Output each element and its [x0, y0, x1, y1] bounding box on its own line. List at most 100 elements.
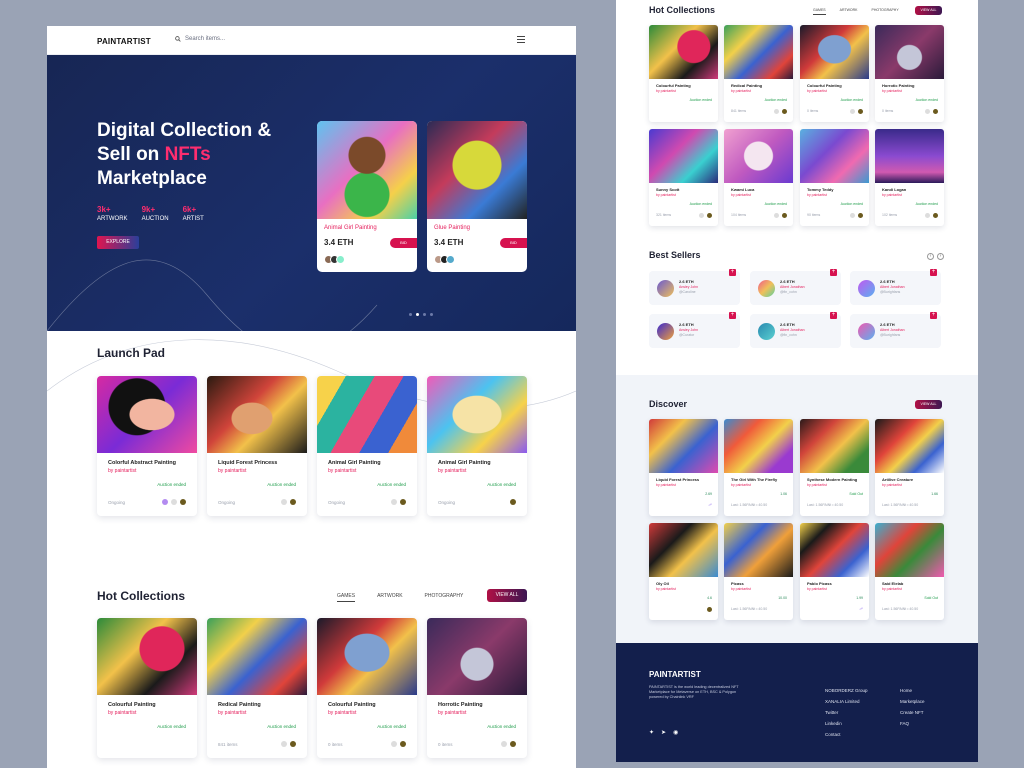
- nft-image: [207, 376, 307, 453]
- follow-button[interactable]: +: [830, 269, 837, 276]
- arrow-right-icon[interactable]: ›: [937, 253, 944, 260]
- hero-nft-card[interactable]: Glue Painting 3.4 ETH BID: [427, 121, 527, 272]
- discover-card[interactable]: Artilive Creature by paintartist 1.66 Las…: [875, 419, 944, 516]
- telegram-icon[interactable]: ➤: [661, 729, 666, 736]
- arrow-left-icon[interactable]: ‹: [927, 253, 934, 260]
- explore-button[interactable]: EXPLORE: [97, 236, 139, 249]
- tab-photography[interactable]: PHOTOGRAPHY: [425, 593, 464, 602]
- nft-image: [875, 523, 944, 577]
- nft-image: [317, 376, 417, 453]
- search-input[interactable]: Search items...: [185, 36, 225, 42]
- collection-card[interactable]: Tommy Teddy by paintartist Auction ended 9…: [800, 129, 869, 226]
- avatar: [758, 280, 775, 297]
- collection-card[interactable]: Kwami Luca by paintartist Auction ended 10…: [724, 129, 793, 226]
- follow-button[interactable]: +: [729, 312, 736, 319]
- hamburger-menu-icon[interactable]: [517, 36, 525, 43]
- follow-button[interactable]: +: [930, 269, 937, 276]
- discover-card[interactable]: Liquid Forest Princess by paintartist 2.6…: [649, 419, 718, 516]
- carousel-dots[interactable]: [409, 313, 433, 316]
- coin-icons: [510, 499, 516, 505]
- bid-button[interactable]: BID: [390, 238, 417, 248]
- nft-image: [649, 25, 718, 79]
- search-icon: [175, 36, 181, 42]
- launch-card[interactable]: Animal Girl Painting by paintartist Auct…: [317, 376, 417, 516]
- hero-stats: 3k+ ARTWORK 9k+ AUCTION 6k+ ARTIST: [97, 205, 204, 222]
- seller-card[interactable]: 2.6 ETH Albert Jonathan @Burighfans +: [850, 312, 941, 348]
- launch-card[interactable]: Colorful Abstract Painting by paintartis…: [97, 376, 197, 516]
- discord-icon[interactable]: ◉: [673, 729, 678, 736]
- collection-card[interactable]: Redical Painting by paintartist Auction …: [207, 618, 307, 758]
- twitter-icon[interactable]: ✦: [649, 729, 654, 736]
- nft-image: [97, 618, 197, 695]
- coin-icons: [925, 109, 938, 114]
- collection-card[interactable]: Sunny Scott by paintartist Auction ended 3…: [649, 129, 718, 226]
- best-sellers-title: Best Sellers: [649, 250, 701, 260]
- footer-logo[interactable]: PAINTARTIST: [649, 670, 701, 679]
- footer-description: PAINTARTIST is the world leading decentr…: [649, 685, 739, 699]
- tab-artwork[interactable]: ARTWORK: [840, 8, 858, 15]
- collection-card[interactable]: Colourful Painting by paintartist Auction …: [649, 25, 718, 122]
- avatar: [858, 323, 875, 340]
- tab-artwork[interactable]: ARTWORK: [377, 593, 402, 602]
- coin-icons: [281, 499, 296, 505]
- seller-card[interactable]: 2.6 ETH Albert Jonathan @Burighfans +: [850, 269, 941, 305]
- avatar: [758, 323, 775, 340]
- footer-link[interactable]: Marketplace: [900, 696, 925, 707]
- collection-card[interactable]: Colourful Painting by paintartist Auctio…: [317, 618, 417, 758]
- seller-card[interactable]: 2.6 ETH Ansley John @Caroline +: [649, 269, 740, 305]
- footer-link[interactable]: XANALIA Limited: [825, 696, 868, 707]
- left-page: PAINTARTIST Search items... Digital Coll…: [47, 26, 576, 768]
- coin-icons: [391, 499, 406, 505]
- seller-card[interactable]: 2.6 ETH Ansley John @Curator +: [649, 312, 740, 348]
- bid-button[interactable]: BID: [500, 238, 527, 248]
- hero-nft-card[interactable]: Animal Girl Painting 3.4 ETH BID: [317, 121, 417, 272]
- seller-card[interactable]: 2.6 ETH Albert Jonathan @fin_cohn +: [750, 312, 841, 348]
- nft-image: [724, 129, 793, 183]
- coin-icons: [391, 741, 406, 747]
- collection-card[interactable]: Colourful Painting by paintartist Auction …: [800, 25, 869, 122]
- collection-card[interactable]: Kandi Logan by paintartist Auction ended 1…: [875, 129, 944, 226]
- collection-card[interactable]: Redical Painting by paintartist Auction en…: [724, 25, 793, 122]
- collection-card[interactable]: Horrotic Painting by paintartist Auction e…: [875, 25, 944, 122]
- discover-card[interactable]: Pablo Picass by paintartist 1.99 ☍: [800, 523, 869, 620]
- discover-card[interactable]: The Girl With The Firefly by paintartist …: [724, 419, 793, 516]
- sellers-pager: ‹ ›: [927, 253, 944, 260]
- footer: PAINTARTIST PAINTARTIST is the world lea…: [616, 643, 978, 762]
- footer-link[interactable]: Create NFT: [900, 707, 925, 718]
- hot-collections-tabs: GAMES ARTWORK PHOTOGRAPHY: [337, 593, 463, 602]
- follow-button[interactable]: +: [930, 312, 937, 319]
- tab-games[interactable]: GAMES: [337, 593, 356, 602]
- footer-link[interactable]: Linkedin: [825, 718, 868, 729]
- coin-icons: [707, 607, 712, 612]
- discover-card[interactable]: Said Elelab by paintartist Sold Out Last:…: [875, 523, 944, 620]
- discover-card[interactable]: Picass by paintartist 10.00 Last: 1.56PAI…: [724, 523, 793, 620]
- footer-link[interactable]: NOBORDERZ Group: [825, 685, 868, 696]
- footer-link[interactable]: Twitter: [825, 707, 868, 718]
- tab-games[interactable]: GAMES: [813, 8, 826, 15]
- follow-button[interactable]: +: [729, 269, 736, 276]
- coin-icons: [850, 109, 863, 114]
- nft-image: [649, 419, 718, 473]
- collection-card[interactable]: Horrotic Painting by paintartist Auction…: [427, 618, 527, 758]
- view-all-button[interactable]: VIEW ALL: [487, 589, 527, 602]
- collection-card[interactable]: Colourful Painting by paintartist Auctio…: [97, 618, 197, 758]
- nft-image: [800, 523, 869, 577]
- nft-image: [317, 618, 417, 695]
- footer-link[interactable]: FAQ: [900, 718, 925, 729]
- view-all-button[interactable]: VIEW ALL: [915, 6, 942, 15]
- brand-logo[interactable]: PAINTARTIST: [97, 37, 151, 46]
- footer-link[interactable]: Home: [900, 685, 925, 696]
- coin-icons: [162, 499, 186, 505]
- follow-button[interactable]: +: [830, 312, 837, 319]
- launch-card[interactable]: Liquid Forest Princess by paintartist Au…: [207, 376, 307, 516]
- search-bar[interactable]: Search items...: [175, 36, 225, 42]
- seller-card[interactable]: 2.6 ETH Albert Jonathan @fin_cohn +: [750, 269, 841, 305]
- footer-link[interactable]: Contact: [825, 729, 868, 740]
- hero-banner: Digital Collection & Sell on NFTs Market…: [47, 55, 576, 331]
- tab-photography[interactable]: PHOTOGRAPHY: [871, 8, 898, 15]
- discover-card[interactable]: Oly Oil by paintartist 4.6: [649, 523, 718, 620]
- discover-card[interactable]: Synthese Modern Painting by paintartist S…: [800, 419, 869, 516]
- link-icon: ☍: [708, 503, 712, 507]
- discover-view-all-button[interactable]: VIEW ALL: [915, 400, 942, 409]
- launch-card[interactable]: Animal Girl Painting by paintartist Auct…: [427, 376, 527, 516]
